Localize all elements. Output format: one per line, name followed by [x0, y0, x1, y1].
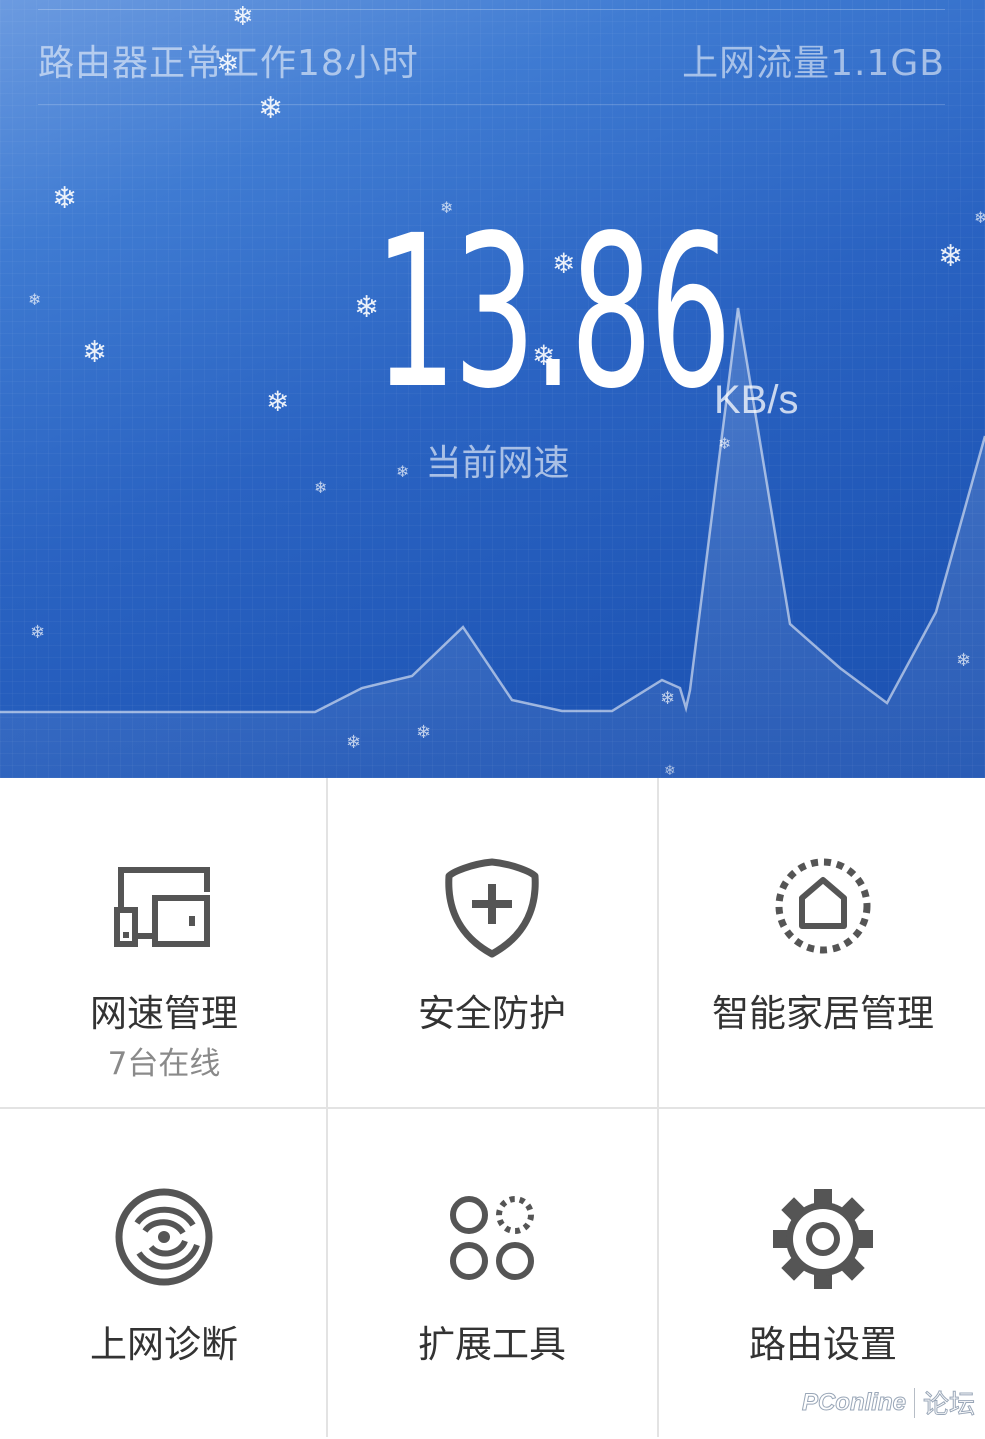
snowflake-icon: ❄: [28, 290, 42, 309]
menu-item-label: 路由设置: [749, 1323, 897, 1366]
snowflake-icon: ❄: [956, 650, 972, 671]
snowflake-icon: ❄: [974, 208, 985, 227]
menu-item-network-diagnosis[interactable]: 上网诊断: [0, 1109, 328, 1439]
menu-item-label: 智能家居管理: [712, 992, 934, 1035]
status-divider: [38, 104, 945, 105]
diagnosis-disc-icon: [115, 1188, 213, 1286]
snowflake-icon: ❄: [416, 722, 432, 743]
watermark-forum-text: 论坛: [922, 1389, 975, 1420]
snowflake-icon: ❄: [552, 247, 576, 280]
snowflake-icon: ❄: [258, 91, 284, 126]
menu-item-label: 网速管理: [90, 992, 238, 1035]
snowflake-icon: ❄: [346, 732, 362, 753]
snowflake-icon: ❄: [664, 763, 676, 778]
snowflake-icon: ❄: [52, 181, 78, 216]
smart-home-icon: [775, 858, 871, 954]
traffic-usage-text: 上网流量1.1GB: [682, 43, 945, 84]
snowflake-icon: ❄: [396, 462, 410, 481]
menu-item-speed-management[interactable]: 网速管理 7台在线: [0, 778, 328, 1108]
speed-hero-panel: 路由器正常工作18小时 上网流量1.1GB 13.86 KB/s 当前网速 ❄ …: [0, 0, 985, 778]
snowflake-icon: ❄: [440, 198, 454, 217]
current-speed-label: 当前网速: [425, 443, 570, 484]
menu-item-label: 安全防护: [418, 992, 566, 1035]
snowflake-icon: ❄: [660, 688, 676, 709]
snowflake-icon: ❄: [532, 339, 556, 372]
menu-item-label: 上网诊断: [90, 1323, 238, 1366]
snowflake-icon: ❄: [82, 335, 108, 370]
snowflake-icon: ❄: [410, 288, 424, 307]
menu-item-smart-home[interactable]: 智能家居管理: [659, 778, 985, 1108]
snowflake-icon: ❄: [718, 434, 732, 453]
forum-watermark: PConline 论坛: [801, 1384, 976, 1421]
watermark-logo: PConline: [801, 1388, 906, 1416]
snowflake-icon: ❄: [232, 2, 254, 32]
top-divider: [38, 9, 945, 10]
snowflake-icon: ❄: [266, 385, 290, 418]
online-devices-count: 7台在线: [107, 1046, 221, 1082]
feature-grid: 网速管理 7台在线 安全防护 智能家居管理 上网诊断 扩展工具 路由设置 PCo…: [0, 778, 985, 1437]
snowflake-icon: ❄: [216, 47, 240, 80]
snowflake-icon: ❄: [354, 290, 380, 325]
speed-unit: KB/s: [714, 378, 799, 422]
devices-icon: [114, 867, 210, 947]
snowflake-icon: ❄: [938, 239, 964, 274]
menu-item-extension-tools[interactable]: 扩展工具: [328, 1109, 656, 1439]
shield-plus-icon: [445, 858, 539, 958]
menu-item-security-protection[interactable]: 安全防护: [328, 778, 656, 1108]
menu-item-label: 扩展工具: [418, 1323, 566, 1366]
watermark-separator: [913, 1387, 915, 1418]
extension-circles-icon: [450, 1196, 534, 1280]
gear-icon: [773, 1189, 873, 1289]
current-speed-value: 13.86: [374, 190, 732, 435]
snowflake-icon: ❄: [30, 622, 46, 643]
snowflake-icon: ❄: [314, 478, 328, 497]
